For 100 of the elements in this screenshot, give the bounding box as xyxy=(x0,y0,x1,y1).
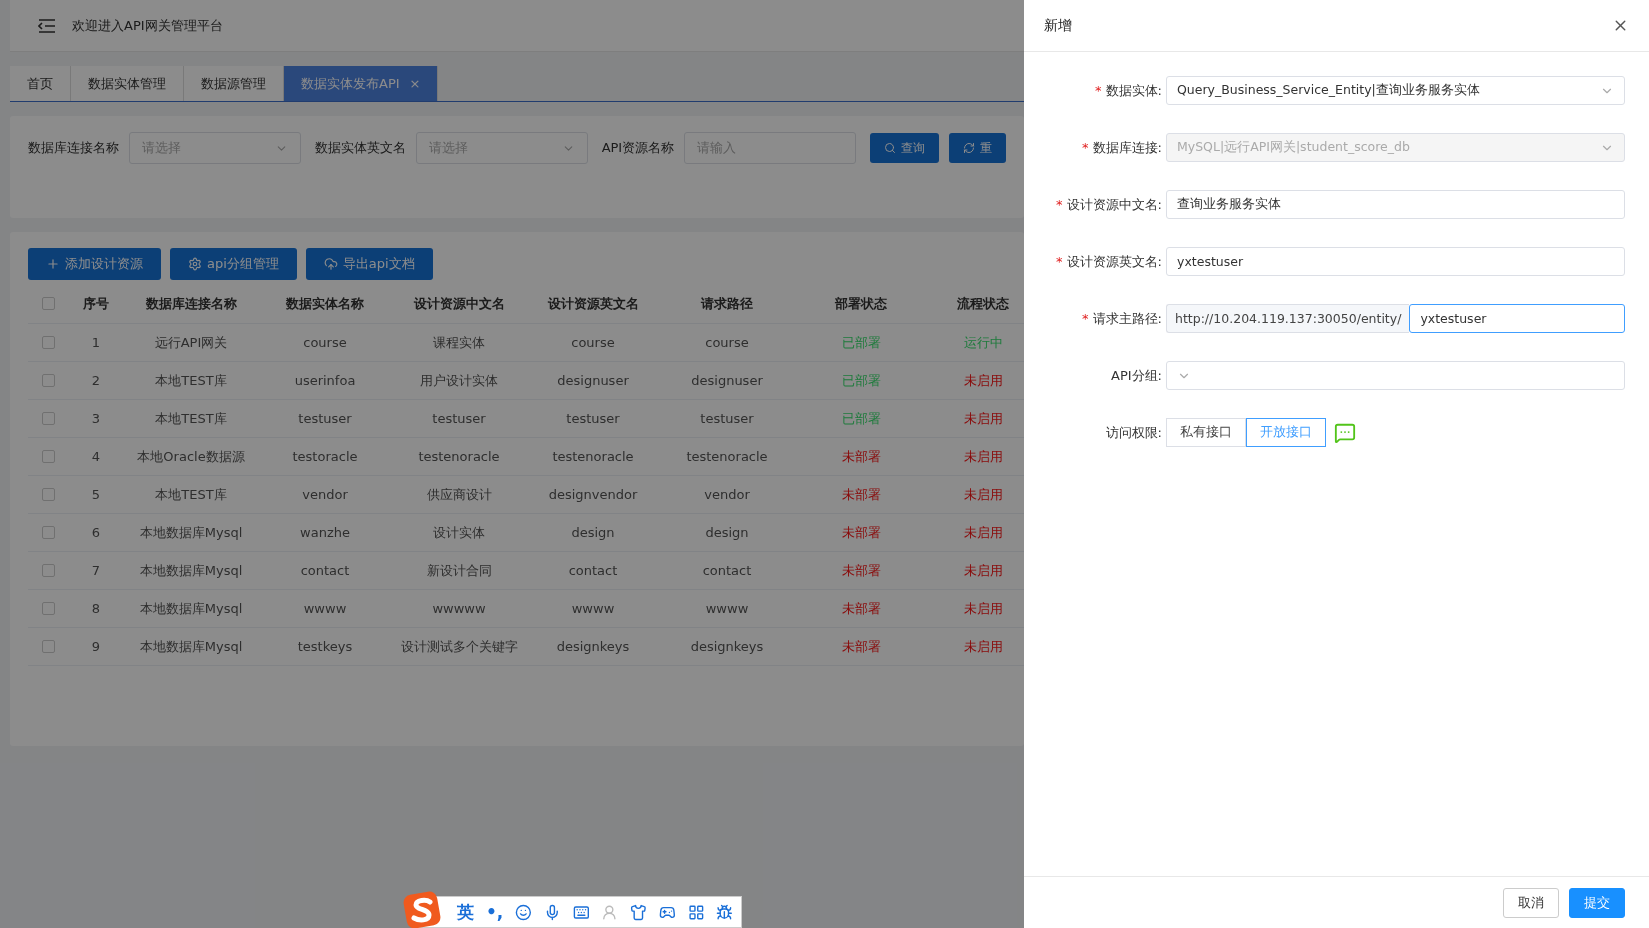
checkbox[interactable] xyxy=(41,412,55,425)
menu-icon[interactable] xyxy=(38,18,56,33)
cloud-upload-icon xyxy=(323,257,338,271)
close-icon[interactable]: × xyxy=(409,76,421,91)
checkbox[interactable] xyxy=(41,526,55,539)
status-text: 已部署 xyxy=(841,409,881,428)
shirt-icon[interactable] xyxy=(630,902,647,922)
table-cell: userinfoa xyxy=(258,362,392,400)
table-cell: 9 xyxy=(68,628,124,666)
status-text: 未启用 xyxy=(963,599,1003,618)
table-cell: wwww xyxy=(526,590,660,628)
column-header: 设计资源中文名 xyxy=(392,284,526,324)
table-cell: vendor xyxy=(258,476,392,514)
status-text: 未部署 xyxy=(841,637,881,656)
table-cell: 设计实体 xyxy=(392,514,526,552)
bug-icon[interactable] xyxy=(716,902,733,922)
table-cell: course xyxy=(258,324,392,362)
table-cell: 6 xyxy=(68,514,124,552)
cancel-button[interactable]: 取消 xyxy=(1503,887,1559,918)
table-cell: design xyxy=(660,514,794,552)
table-cell: 1 xyxy=(68,324,124,362)
checkbox[interactable] xyxy=(41,488,55,501)
plus-icon xyxy=(46,257,60,271)
table-cell: 4 xyxy=(68,438,124,476)
language-toggle[interactable]: 英 xyxy=(457,900,474,924)
status-text: 运行中 xyxy=(963,333,1003,352)
status-text: 未启用 xyxy=(963,561,1003,580)
table-cell: testkeys xyxy=(258,628,392,666)
table-cell: contact xyxy=(258,552,392,590)
input-field[interactable]: 查询业务服务实体 xyxy=(1166,190,1625,219)
select-field[interactable]: Query_Business_Service_Entity|查询业务服务实体 xyxy=(1166,76,1625,105)
form-label: 数据实体: xyxy=(1105,82,1162,98)
input-field[interactable]: yxtestuser xyxy=(1409,304,1625,333)
select-field[interactable] xyxy=(1166,361,1625,390)
table-cell: 本地TEST库 xyxy=(124,362,258,400)
radio-button[interactable]: 私有接口 xyxy=(1166,418,1246,447)
radio-button[interactable]: 开放接口 xyxy=(1246,418,1326,447)
submit-button[interactable]: 提交 xyxy=(1569,887,1625,918)
url-prefix: http://10.204.119.137:30050/entity/ xyxy=(1166,304,1410,333)
required-mark: * xyxy=(1082,139,1089,155)
status-text: 未部署 xyxy=(841,561,881,580)
refresh-icon xyxy=(963,142,975,154)
column-header: 序号 xyxy=(68,284,124,324)
filter-label: 数据实体英文名 xyxy=(314,139,406,157)
table-cell: 5 xyxy=(68,476,124,514)
checkbox[interactable] xyxy=(41,450,55,463)
table-cell: designvendor xyxy=(526,476,660,514)
search-button[interactable]: 查询 xyxy=(870,133,939,163)
form-label: 设计资源中文名: xyxy=(1066,196,1162,212)
table-cell: 远行API网关 xyxy=(124,324,258,362)
checkbox[interactable] xyxy=(41,602,55,615)
table-cell: 8 xyxy=(68,590,124,628)
column-header: 请求路径 xyxy=(660,284,794,324)
table-cell: testenoracle xyxy=(392,438,526,476)
checkbox[interactable] xyxy=(41,640,55,653)
table-cell: testenoracle xyxy=(526,438,660,476)
page-tab[interactable]: 首页 xyxy=(10,66,71,101)
required-mark: * xyxy=(1095,82,1102,98)
table-cell: testoracle xyxy=(258,438,392,476)
drawer-title: 新增 xyxy=(1044,16,1072,35)
status-text: 已部署 xyxy=(841,333,881,352)
table-cell: vendor xyxy=(660,476,794,514)
table-cell: 本地数据库Mysql xyxy=(124,628,258,666)
mic-icon[interactable] xyxy=(544,902,561,922)
table-cell: wwwww xyxy=(392,590,526,628)
table-cell: contact xyxy=(526,552,660,590)
status-text: 未启用 xyxy=(963,409,1003,428)
page-tab[interactable]: 数据源管理 xyxy=(184,66,284,101)
status-text: 未启用 xyxy=(963,523,1003,542)
form-label: API分组: xyxy=(1111,367,1162,383)
table-cell: wwww xyxy=(660,590,794,628)
toolbar-button[interactable]: api分组管理 xyxy=(170,248,297,280)
column-header: 数据库连接名称 xyxy=(124,284,258,324)
form-label: 设计资源英文名: xyxy=(1066,253,1162,269)
smile-icon[interactable] xyxy=(515,902,533,922)
toolbar-button[interactable]: 导出api文档 xyxy=(305,248,433,280)
toolbar-button[interactable]: 添加设计资源 xyxy=(28,248,161,280)
checkbox[interactable] xyxy=(41,374,55,387)
reset-button[interactable]: 重 xyxy=(949,133,1006,163)
table-cell: 3 xyxy=(68,400,124,438)
input-field[interactable]: yxtestuser xyxy=(1166,247,1625,276)
checkbox[interactable] xyxy=(41,297,55,310)
checkbox[interactable] xyxy=(41,564,55,577)
table-cell: designkeys xyxy=(526,628,660,666)
punctuation-toggle[interactable]: •, xyxy=(486,902,504,922)
table-cell: wanzhe xyxy=(258,514,392,552)
table-cell: 新设计合同 xyxy=(392,552,526,590)
table-cell: 7 xyxy=(68,552,124,590)
page-tab[interactable]: 数据实体管理 xyxy=(71,66,184,101)
form-label: 访问权限: xyxy=(1105,424,1162,440)
table-cell: 本地数据库Mysql xyxy=(124,590,258,628)
table-cell: 本地数据库Mysql xyxy=(124,552,258,590)
checkbox[interactable] xyxy=(41,336,55,349)
status-text: 未启用 xyxy=(963,447,1003,466)
chat-icon[interactable] xyxy=(1334,421,1356,444)
gear-icon xyxy=(188,257,202,271)
status-text: 未部署 xyxy=(841,447,881,466)
page-tab[interactable]: 数据实体发布API × xyxy=(284,66,439,101)
table-cell: 本地TEST库 xyxy=(124,476,258,514)
page-title: 欢迎进入API网关管理平台 xyxy=(72,16,223,35)
